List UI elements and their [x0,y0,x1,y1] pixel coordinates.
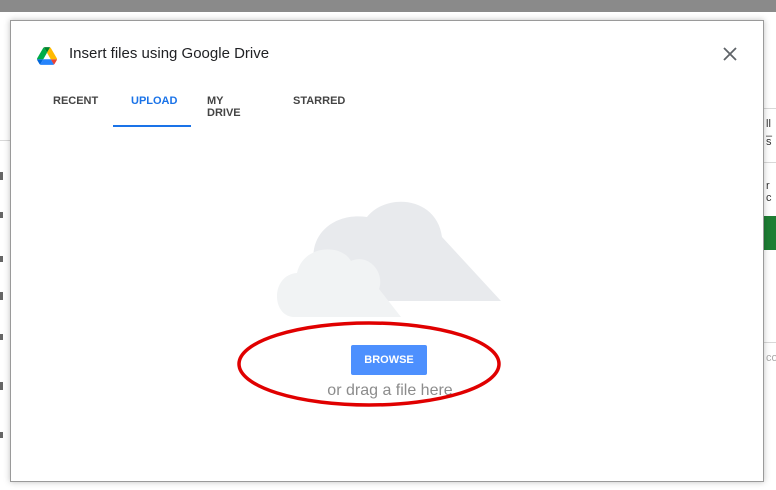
drag-file-hint: or drag a file here [327,382,453,399]
tab-upload[interactable]: UPLOAD [131,95,177,107]
tab-starred[interactable]: STARRED [293,95,345,107]
browse-button[interactable]: BROWSE [351,345,427,375]
tab-my-drive[interactable]: MY DRIVE [207,95,241,119]
google-drive-logo-icon [37,47,57,65]
close-icon[interactable] [721,45,739,63]
bg-text: r c [766,180,772,204]
insert-files-dialog: Insert files using Google Drive RECENT U… [10,20,764,482]
bg-mark [0,292,3,300]
cloud-upload-icon [277,201,501,317]
tab-recent[interactable]: RECENT [53,95,98,107]
bg-text: co [766,352,776,364]
bg-mark [0,212,3,218]
bg-divider [0,140,10,141]
active-tab-indicator [113,125,191,127]
bg-mark [0,172,3,180]
bg-mark [0,382,3,390]
dialog-title: Insert files using Google Drive [69,45,270,62]
bg-text: s [766,136,772,148]
bg-mark [0,334,3,340]
bg-mark [0,256,3,262]
bg-mark [0,432,3,438]
